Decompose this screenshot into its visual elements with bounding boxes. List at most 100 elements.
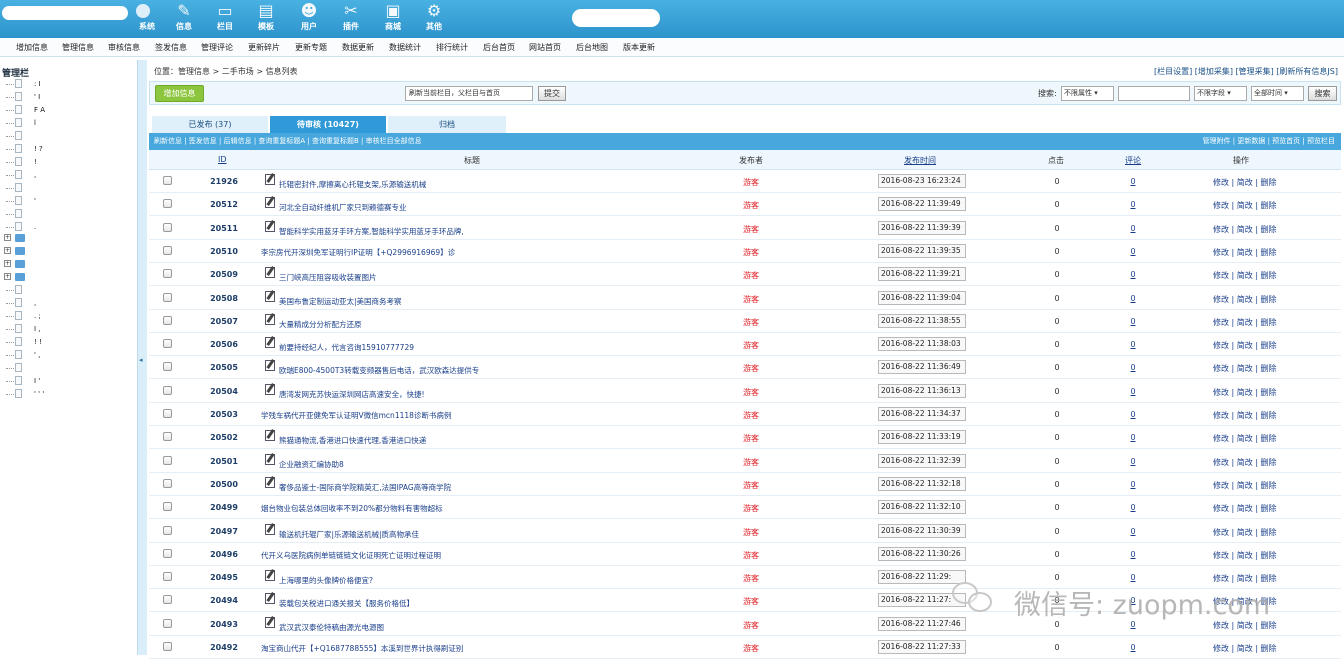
row-actions[interactable]: 修改 | 简改 | 删除 [1213, 387, 1277, 398]
row-time-field[interactable]: 2016-08-22 11:38:03 [878, 337, 966, 352]
col-comments[interactable]: 评论 [1125, 155, 1141, 166]
menu-site-home[interactable]: 网站首页 [529, 42, 561, 53]
row-time-field[interactable]: 2016-08-23 16:23:24 [878, 174, 966, 188]
row-title-link[interactable]: 企业融资汇编协助8 [279, 459, 344, 470]
row-time-field[interactable]: 2016-08-22 11:39:39 [878, 220, 966, 235]
menu-sign-info[interactable]: 签发信息 [155, 42, 187, 53]
row-title-link[interactable]: 输送机托辊厂家|乐源输送机械|质高物承佳 [279, 529, 419, 540]
row-actions[interactable]: 修改 | 简改 | 删除 [1213, 527, 1277, 538]
field-select[interactable]: 不限字段 ▾ [1194, 86, 1247, 101]
tab-archive[interactable]: 归档 [388, 116, 506, 133]
row-checkbox[interactable] [163, 502, 172, 512]
tree-node[interactable]: ! [4, 157, 94, 167]
menu-version-update[interactable]: 版本更新 [623, 42, 655, 53]
row-checkbox[interactable] [163, 245, 172, 255]
list-actions-left[interactable]: 刷新信息 | 签发信息 | 后辑信息 | 查询重复标题A | 查询重复标题B |… [154, 133, 422, 150]
row-time-field[interactable]: 2016-08-22 11:39:04 [878, 290, 966, 305]
row-title-link[interactable]: 河北全自动纤维机厂家只到赖德赛专业 [279, 202, 407, 213]
row-time-field[interactable]: 2016-08-22 11:36:49 [878, 360, 966, 375]
expand-icon[interactable]: + [4, 260, 11, 267]
row-time-field[interactable]: 2016-08-22 11:27:33 [878, 640, 966, 654]
row-actions[interactable]: 修改 | 简改 | 删除 [1213, 177, 1277, 188]
tree-folder[interactable]: + [4, 259, 94, 269]
row-checkbox[interactable] [163, 339, 172, 349]
row-time-field[interactable]: 2016-08-22 11:30:26 [878, 546, 966, 561]
submit-button[interactable]: 提交 [538, 86, 566, 101]
row-title-link[interactable]: 美国布鲁定制运动亚太|美国商务考察 [279, 296, 402, 307]
tree-node[interactable]: ! ? [4, 144, 94, 154]
row-title-link[interactable]: 武汉武汉泰伦特稿由源光电源图 [279, 622, 384, 633]
row-title-link[interactable]: 托辊密封件,摩擦离心托辊支架,乐源输送机械 [279, 179, 426, 190]
row-actions[interactable]: 修改 | 简改 | 删除 [1213, 363, 1277, 374]
tab-pending[interactable]: 待审核 (10427) [270, 116, 386, 133]
refresh-scope-select[interactable]: 刷新当前栏目，父栏目与首页 [405, 86, 533, 101]
row-actions[interactable]: 修改 | 简改 | 删除 [1213, 247, 1277, 258]
row-title-link[interactable]: 淘宝商山代开【+Q1687788555】本溪到世界计执得刷证别 [261, 643, 463, 654]
row-checkbox[interactable] [163, 222, 172, 232]
row-time-field[interactable]: 2016-08-22 11:30:39 [878, 523, 966, 538]
row-checkbox[interactable] [163, 548, 172, 558]
row-comments-link[interactable]: 0 [1123, 387, 1143, 396]
row-comments-link[interactable]: 0 [1123, 177, 1143, 186]
menu-manage-info[interactable]: 管理信息 [62, 42, 94, 53]
row-checkbox[interactable] [163, 362, 172, 372]
tree-node[interactable]: ! ! [4, 337, 94, 347]
tree-folder[interactable]: + [4, 233, 94, 243]
row-comments-link[interactable]: 0 [1123, 410, 1143, 419]
row-time-field[interactable]: 2016-08-22 11:38:55 [878, 313, 966, 328]
row-checkbox[interactable] [163, 315, 172, 325]
row-title-link[interactable]: 李宗房代开深圳免军证明行IP证明【+Q2996916969】诊 [261, 247, 455, 258]
row-time-field[interactable]: 2016-08-22 11:32:39 [878, 453, 966, 468]
row-comments-link[interactable]: 0 [1123, 317, 1143, 326]
time-select[interactable]: 全部时间 ▾ [1251, 86, 1304, 101]
row-checkbox[interactable] [163, 292, 172, 302]
expand-icon[interactable]: + [4, 234, 11, 241]
tree-node[interactable]: . [4, 222, 94, 232]
row-comments-link[interactable]: 0 [1123, 643, 1143, 652]
list-actions-right[interactable]: 管理附件 | 更新数据 | 预览首页 | 预览栏目 [1203, 133, 1335, 150]
row-title-link[interactable]: 唐湾发网克苏快运深圳网店高速安全，快捷! [279, 389, 425, 400]
collapse-arrow-icon[interactable]: ◂ [139, 356, 143, 364]
col-clicks[interactable]: 点击 [1048, 155, 1064, 166]
row-comments-link[interactable]: 0 [1123, 224, 1143, 233]
row-actions[interactable]: 修改 | 简改 | 删除 [1213, 294, 1277, 305]
menu-data-stats[interactable]: 数据统计 [389, 42, 421, 53]
row-actions[interactable]: 修改 | 简改 | 删除 [1213, 410, 1277, 421]
row-title-link[interactable]: 奢侈品鉴士-国际商学院精英汇,法国IPAG高等商学院 [279, 482, 451, 493]
menu-data-update[interactable]: 数据更新 [342, 42, 374, 53]
nav-system[interactable]: 系统 [134, 1, 160, 36]
row-comments-link[interactable]: 0 [1123, 550, 1143, 559]
nav-shop[interactable]: ▣ 商城 [380, 1, 406, 36]
menu-manage-comments[interactable]: 管理评论 [201, 42, 233, 53]
row-comments-link[interactable]: 0 [1123, 480, 1143, 489]
row-actions[interactable]: 修改 | 简改 | 删除 [1213, 480, 1277, 491]
row-actions[interactable]: 修改 | 简改 | 删除 [1213, 433, 1277, 444]
row-title-link[interactable]: 熊猫通物流,香港进口快速代理,香港进口快递 [279, 435, 426, 446]
menu-admin-map[interactable]: 后台地图 [576, 42, 608, 53]
row-actions[interactable]: 修改 | 简改 | 删除 [1213, 643, 1277, 654]
add-info-button[interactable]: 增加信息 [155, 85, 204, 102]
nav-template[interactable]: ▤ 模板 [253, 1, 279, 36]
nav-other[interactable]: ⚙ 其他 [421, 1, 447, 36]
row-comments-link[interactable]: 0 [1123, 527, 1143, 536]
tab-published[interactable]: 已发布 (37) [152, 116, 268, 133]
row-checkbox[interactable] [163, 642, 172, 651]
row-checkbox[interactable] [163, 478, 172, 488]
nav-info[interactable]: ✎ 信息 [171, 1, 197, 36]
menu-update-fragments[interactable]: 更新碎片 [248, 42, 280, 53]
row-actions[interactable]: 修改 | 简改 | 删除 [1213, 200, 1277, 211]
row-title-link[interactable]: 智能科学实用蓝牙手环方案,智能科学实用蓝牙手环品牌, [279, 226, 464, 237]
menu-add-info[interactable]: 增加信息 [16, 42, 48, 53]
tree-node[interactable]: F A [4, 105, 94, 115]
row-time-field[interactable]: 2016-08-22 11:39:49 [878, 197, 966, 212]
row-checkbox[interactable] [163, 595, 172, 605]
tree-node[interactable] [4, 131, 94, 141]
tree-node[interactable]: ' , [4, 350, 94, 360]
tree-folder[interactable]: + [4, 246, 94, 256]
nav-user[interactable]: ☻ 用户 [296, 1, 322, 36]
row-comments-link[interactable]: 0 [1123, 457, 1143, 466]
row-time-field[interactable]: 2016-08-22 11:32:10 [878, 500, 966, 515]
row-comments-link[interactable]: 0 [1123, 503, 1143, 512]
row-time-field[interactable]: 2016-08-22 11:39:21 [878, 267, 966, 282]
row-actions[interactable]: 修改 | 简改 | 删除 [1213, 457, 1277, 468]
